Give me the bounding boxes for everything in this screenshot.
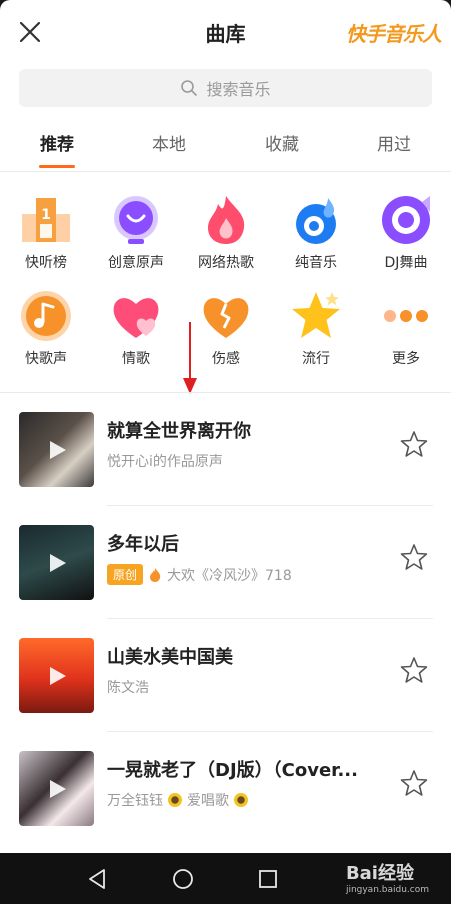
album-cover <box>19 638 94 713</box>
category-kuaitingbang[interactable]: 1 快听榜 <box>10 192 82 272</box>
song-item[interactable]: 山美水美中国美 陈文浩 <box>0 619 451 732</box>
search-icon <box>181 80 198 96</box>
music-note-icon <box>21 291 71 341</box>
tab-bar: 推荐 本地 收藏 用过 <box>0 122 451 170</box>
song-item[interactable]: 就算全世界离开你 悦开心i的作品原声 <box>0 393 451 506</box>
category-label: 情歌 <box>122 351 150 367</box>
more-dots-icon <box>384 310 428 322</box>
music-library-screen: 曲库 快手音乐人 搜索音乐 推荐 本地 收藏 用过 1 快听榜 创意原声 网络热… <box>0 0 451 853</box>
album-cover <box>19 751 94 826</box>
song-artist: 万全钰钰 <box>107 793 163 809</box>
category-label: 纯音乐 <box>295 255 337 271</box>
category-liuxing[interactable]: 流行 <box>280 288 352 368</box>
sunflower-icon <box>168 793 182 807</box>
song-artist: 大欢《冷风沙》718 <box>167 567 292 584</box>
category-label: 伤感 <box>212 351 240 367</box>
category-label: 快听榜 <box>25 255 67 271</box>
song-title: 山美水美中国美 <box>107 647 233 668</box>
search-input[interactable]: 搜索音乐 <box>19 69 432 107</box>
tab-favorites[interactable]: 收藏 <box>242 130 322 155</box>
play-icon <box>50 441 66 459</box>
vinyl-icon <box>382 196 430 244</box>
tab-used[interactable]: 用过 <box>354 130 434 155</box>
fire-icon <box>150 567 161 582</box>
play-icon <box>50 554 66 572</box>
play-icon <box>50 780 66 798</box>
favorite-star-icon[interactable] <box>400 430 428 458</box>
category-kuaigesheng[interactable]: 快歌声 <box>10 288 82 368</box>
category-shanggan[interactable]: 伤感 <box>190 288 262 368</box>
song-subtitle: 悦开心i的作品原声 <box>107 451 223 471</box>
search-placeholder: 搜索音乐 <box>206 80 271 99</box>
category-label: DJ舞曲 <box>384 255 428 271</box>
arrow-down-annotation <box>183 322 197 394</box>
song-item[interactable]: 多年以后 原创 大欢《冷风沙》718 <box>0 506 451 619</box>
song-title: 一晃就老了（DJ版）（Cover... <box>107 760 358 781</box>
favorite-star-icon[interactable] <box>400 769 428 797</box>
favorite-star-icon[interactable] <box>400 656 428 684</box>
song-artist-tag: 爱唱歌 <box>187 793 229 809</box>
song-title: 多年以后 <box>107 534 179 555</box>
watermark: Bai经验 jingyan.baidu.com <box>345 863 429 895</box>
category-chuangyiyuansheng[interactable]: 创意原声 <box>100 192 172 272</box>
category-label: 网络热歌 <box>198 255 254 271</box>
tab-local[interactable]: 本地 <box>129 130 209 155</box>
svg-text:1: 1 <box>41 207 51 223</box>
home-icon[interactable] <box>171 867 195 891</box>
sunflower-icon <box>234 793 248 807</box>
category-label: 更多 <box>392 351 420 367</box>
podium-icon: 1 <box>22 198 70 242</box>
play-icon <box>50 667 66 685</box>
song-artist: 陈文浩 <box>107 680 149 696</box>
category-chunyinyue[interactable]: 纯音乐 <box>280 192 352 272</box>
song-subtitle: 陈文浩 <box>107 677 149 697</box>
flame-icon <box>208 196 245 244</box>
divider <box>0 171 451 172</box>
system-nav-bar: Bai经验 jingyan.baidu.com <box>0 853 451 904</box>
category-label: 创意原声 <box>108 255 164 271</box>
original-badge: 原创 <box>107 564 144 585</box>
droplet-icon <box>296 198 336 244</box>
back-icon[interactable] <box>86 867 110 891</box>
smile-bulb-icon <box>114 196 158 244</box>
header: 曲库 快手音乐人 <box>0 0 451 62</box>
album-cover <box>19 525 94 600</box>
broken-heart-icon <box>203 298 249 338</box>
song-item[interactable]: 一晃就老了（DJ版）（Cover... 万全钰钰 爱唱歌 <box>0 732 451 845</box>
recents-icon[interactable] <box>256 867 280 891</box>
favorite-star-icon[interactable] <box>400 543 428 571</box>
brand-logo: 快手音乐人 <box>346 22 442 46</box>
hearts-icon <box>113 298 159 338</box>
category-label: 流行 <box>302 351 330 367</box>
star-icon <box>292 292 340 338</box>
category-gengduo[interactable]: 更多 <box>370 288 442 368</box>
song-subtitle: 万全钰钰 爱唱歌 <box>107 790 248 810</box>
album-cover <box>19 412 94 487</box>
tab-recommend[interactable]: 推荐 <box>17 130 97 155</box>
category-qingge[interactable]: 情歌 <box>100 288 172 368</box>
song-subtitle: 原创 大欢《冷风沙》718 <box>107 564 292 585</box>
song-artist: 悦开心i的作品原声 <box>107 454 223 470</box>
category-djwuqu[interactable]: DJ舞曲 <box>370 192 442 272</box>
category-label: 快歌声 <box>25 351 67 367</box>
category-wangluoregge[interactable]: 网络热歌 <box>190 192 262 272</box>
song-title: 就算全世界离开你 <box>107 421 251 442</box>
active-tab-indicator <box>39 165 75 168</box>
